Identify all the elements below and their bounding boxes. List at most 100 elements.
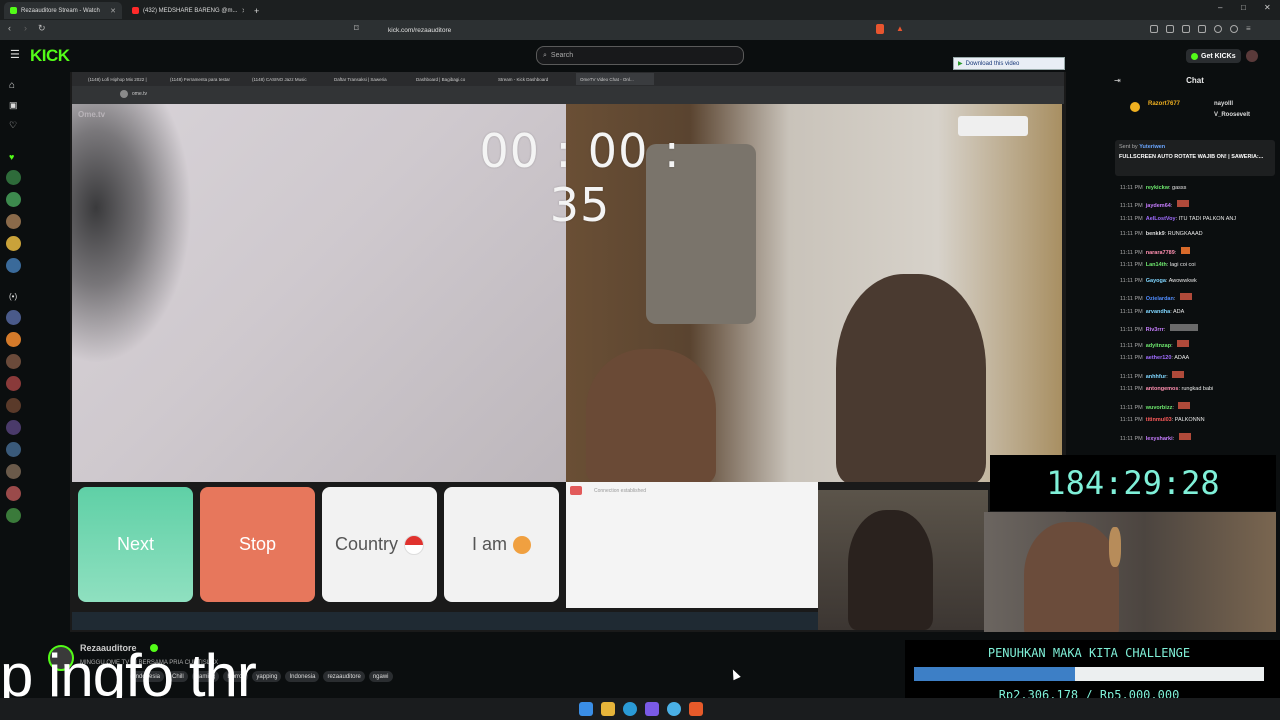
country-button[interactable]: Country [322, 487, 437, 602]
url-field[interactable]: kick.com/rezaauditore [370, 23, 890, 37]
guitar [1109, 527, 1121, 567]
chat-message: 11:11 PM narara7789: [1120, 247, 1190, 256]
channel-avatar[interactable] [6, 464, 21, 479]
inner-tab: Dashboard | Bagibagi.co [416, 76, 466, 82]
brave-shield-icon[interactable] [876, 24, 884, 34]
inner-tab: (1148) Lofi Hiphop Mix 2022 | [88, 76, 147, 82]
channel-avatar[interactable] [6, 192, 21, 207]
windows-taskbar [0, 698, 1280, 720]
caption-overlay: p ingfo thr [0, 642, 257, 709]
camera-shadow [72, 104, 192, 364]
tag[interactable]: Indonesia [285, 671, 320, 682]
download-label: Download this video [965, 60, 1020, 67]
chrome-icon[interactable] [667, 702, 681, 716]
kick-favicon-icon [10, 7, 17, 14]
close-tab-icon[interactable]: ✕ [241, 7, 244, 15]
gift-icon [1130, 102, 1140, 112]
chat-title: Chat [1186, 76, 1204, 85]
close-window-icon[interactable]: ✕ [1264, 3, 1271, 12]
chat-leaderboard: Razort7677 nayolll V_Roosevelt [1130, 100, 1275, 130]
tag[interactable]: yapping [252, 671, 282, 682]
channel-avatar[interactable] [6, 442, 21, 457]
browse-icon[interactable]: ▣ [9, 100, 18, 111]
inner-tab: (1148) Ferramenta para testar [170, 76, 230, 82]
browser-tab[interactable]: (432) MEDSHARE BARENG @m... ✕ [126, 2, 244, 19]
user-avatar[interactable] [1246, 50, 1258, 62]
channel-avatar[interactable] [6, 420, 21, 435]
emote-icon [1172, 371, 1185, 378]
gender-label: I am [471, 534, 507, 554]
edge-icon[interactable] [623, 702, 637, 716]
channel-avatar[interactable] [6, 236, 21, 251]
vpn-icon[interactable] [1230, 25, 1238, 33]
chat-message: 11:11 PM wuvorbizz: [1120, 402, 1191, 411]
forward-icon[interactable]: › [24, 23, 27, 33]
channel-avatar[interactable] [6, 354, 21, 369]
minimize-icon[interactable]: – [1218, 3, 1222, 12]
menu-icon[interactable]: ≡ [1246, 25, 1251, 33]
streamer-webcam [984, 512, 1276, 640]
air-conditioner [958, 116, 1028, 136]
person-silhouette [836, 274, 986, 482]
chat-message: 11:11 PM anhhfur: [1120, 371, 1185, 380]
tag[interactable]: ngawi [368, 671, 393, 682]
back-icon[interactable]: ‹ [8, 23, 11, 33]
reload-icon[interactable]: ↻ [38, 23, 46, 34]
channel-avatar[interactable] [6, 214, 21, 229]
channel-avatar[interactable] [6, 486, 21, 501]
channel-avatar[interactable] [6, 398, 21, 413]
maximize-icon[interactable]: □ [1241, 3, 1246, 12]
ometv-chat-logo-icon [570, 486, 582, 495]
extension-icon[interactable] [1166, 25, 1174, 33]
subathon-timer: 184:29:28 [990, 455, 1276, 511]
new-tab-button[interactable]: + [248, 2, 262, 19]
discord-icon[interactable] [645, 702, 659, 716]
pinned-sender-label: Sent by [1119, 144, 1138, 150]
windows-start-icon[interactable] [579, 702, 593, 716]
recommended-icon: (•) [9, 292, 18, 301]
channel-avatar[interactable] [6, 332, 21, 347]
profile-icon[interactable] [1214, 25, 1222, 33]
browser-tab-active[interactable]: Rezaauditore Stream - Watch ✕ [4, 2, 122, 19]
channel-avatar[interactable] [6, 508, 21, 523]
youtube-favicon-icon [132, 7, 139, 14]
emote-icon [1177, 340, 1190, 347]
emote-icon [1176, 200, 1189, 207]
inner-taskbar [72, 612, 818, 630]
chat-message: 11:11 PM adyitnzap: [1120, 340, 1190, 349]
home-icon[interactable]: ⌂ [9, 80, 15, 91]
tag[interactable]: rezaauditore [323, 671, 365, 682]
search-input[interactable]: ⌕ Search [536, 46, 744, 65]
sidebar-toggle-icon[interactable] [1182, 25, 1190, 33]
ometv-chat-box[interactable]: Connection established [566, 482, 818, 608]
file-explorer-icon[interactable] [601, 702, 615, 716]
emote-icon [1169, 324, 1198, 331]
get-kicks-button[interactable]: Get KICKs [1186, 49, 1241, 63]
tab-label: (432) MEDSHARE BARENG @m... [143, 7, 238, 14]
brave-icon[interactable] [689, 702, 703, 716]
tab-label: Rezaauditore Stream - Watch [21, 7, 100, 14]
channel-avatar[interactable] [6, 376, 21, 391]
pinned-message[interactable]: Sent by Yuteriwen FULLSCREEN AUTO ROTATE… [1115, 140, 1275, 176]
extension-icon[interactable] [1150, 25, 1158, 33]
kicks-coin-icon [1191, 52, 1198, 60]
channel-avatar[interactable] [6, 170, 21, 185]
wallet-icon[interactable] [1198, 25, 1206, 33]
following-icon[interactable]: ♡ [9, 120, 17, 131]
kick-logo[interactable]: KICK [30, 46, 70, 66]
channel-avatar[interactable] [6, 310, 21, 325]
top-user: Razort7677 [1148, 101, 1181, 107]
brave-rewards-icon[interactable]: ▲ [896, 24, 904, 33]
emote-icon [1178, 402, 1191, 409]
hamburger-menu-icon[interactable]: ☰ [10, 48, 20, 61]
emote-icon [1179, 293, 1192, 300]
gender-button[interactable]: I am [444, 487, 559, 602]
next-button[interactable]: Next [78, 487, 193, 602]
channel-avatar[interactable] [6, 258, 21, 273]
chat-message: 11:11 PM reykickw: gasss [1120, 185, 1187, 191]
stop-button[interactable]: Stop [200, 487, 315, 602]
close-tab-icon[interactable]: ✕ [110, 7, 116, 15]
following-heart-icon: ♥ [9, 152, 15, 162]
download-video-button[interactable]: ▶ Download this video [953, 57, 1065, 70]
bookmark-icon[interactable]: ⌑ [354, 23, 359, 34]
